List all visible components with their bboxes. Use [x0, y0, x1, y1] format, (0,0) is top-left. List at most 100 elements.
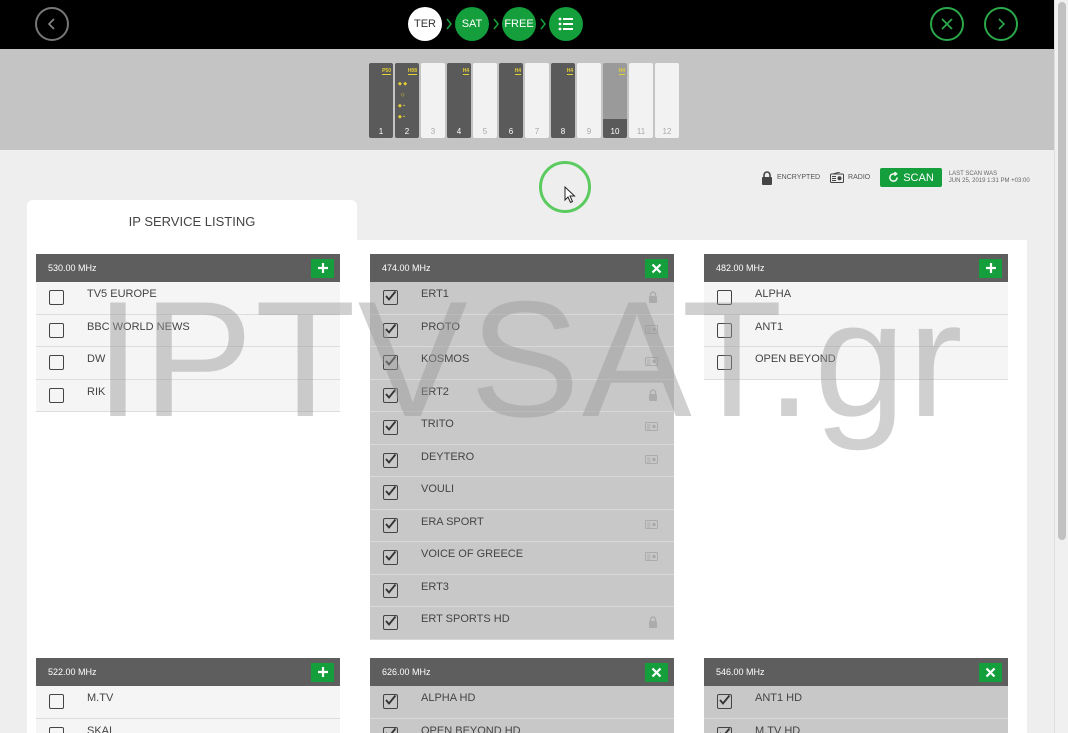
scan-button[interactable]: SCAN	[880, 168, 942, 187]
channel-checkbox[interactable]	[49, 694, 64, 710]
channel-checkbox[interactable]	[383, 615, 398, 631]
scrollbar[interactable]	[1054, 0, 1068, 733]
channel-row[interactable]: RIK	[36, 379, 340, 412]
channel-checkbox[interactable]	[383, 420, 398, 436]
channel-row[interactable]: ALPHA	[704, 282, 1008, 315]
channel-row[interactable]: SKAI	[36, 718, 340, 733]
tuner-slot: 12	[655, 63, 679, 138]
tuner-number: 8	[560, 127, 566, 136]
tuner-number: 11	[636, 127, 646, 136]
tuner-number: 12	[662, 127, 672, 136]
channel-row[interactable]: ERT SPORTS HD	[370, 607, 674, 640]
next-button[interactable]	[984, 7, 1018, 41]
channel-checkbox[interactable]	[49, 355, 64, 371]
channel-checkbox[interactable]	[383, 355, 398, 371]
channel-name: ANT1	[755, 320, 784, 333]
tuner-tag: H08	[407, 68, 417, 75]
channel-row[interactable]: KOSMOS	[370, 347, 674, 380]
refresh-icon	[889, 172, 899, 182]
channel-row[interactable]: DEYTERO	[370, 444, 674, 477]
channel-row[interactable]: OPEN BEYOND HD	[370, 718, 674, 733]
channel-row[interactable]: PROTO	[370, 314, 674, 347]
remove-all-button[interactable]	[645, 662, 668, 682]
frequency-header: 626.00 MHz	[370, 658, 674, 686]
tuner-tag: P50	[382, 68, 391, 75]
channel-row[interactable]: ANT1 HD	[704, 686, 1008, 719]
scrollbar-thumb[interactable]	[1058, 2, 1066, 540]
channel-checkbox[interactable]	[383, 694, 398, 710]
add-all-button[interactable]	[311, 662, 334, 682]
channel-row[interactable]: ERT1	[370, 282, 674, 315]
tuner-slot: 5	[473, 63, 497, 138]
channel-row[interactable]: DW	[36, 347, 340, 380]
list-icon	[558, 17, 573, 31]
tuner-slot: H4 10	[603, 63, 627, 138]
channel-name: ALPHA HD	[421, 692, 476, 704]
channel-checkbox[interactable]	[717, 290, 732, 306]
step-sat[interactable]: SAT	[455, 7, 489, 41]
channel-checkbox[interactable]	[717, 322, 732, 338]
channel-checkbox[interactable]	[383, 290, 398, 306]
channel-checkbox[interactable]	[383, 550, 398, 566]
frequency-header: 474.00 MHz	[370, 254, 674, 282]
channel-row[interactable]: ANT1	[704, 314, 1008, 347]
close-icon	[985, 667, 996, 677]
channel-checkbox[interactable]	[717, 726, 732, 733]
check-icon	[385, 583, 397, 594]
channel-checkbox[interactable]	[383, 322, 398, 338]
channel-row[interactable]: ERT2	[370, 379, 674, 412]
channel-row[interactable]: ERA SPORT	[370, 509, 674, 542]
encrypted-label: ENCRYPTED	[777, 174, 821, 181]
back-button[interactable]	[35, 7, 69, 41]
tab-ip-service-listing[interactable]: IP SERVICE LISTING	[27, 200, 357, 242]
channel-checkbox[interactable]	[49, 322, 64, 338]
channel-name: SKAI	[87, 724, 113, 733]
tuner-slot: 11	[629, 63, 653, 138]
channel-row[interactable]: ALPHA HD	[370, 686, 674, 719]
add-all-button[interactable]	[311, 258, 334, 278]
step-free[interactable]: FREE	[502, 7, 536, 41]
channel-checkbox[interactable]	[383, 726, 398, 733]
channel-row[interactable]: VOULI	[370, 477, 674, 510]
channel-checkbox[interactable]	[383, 387, 398, 403]
radio-icon	[645, 551, 658, 564]
add-all-button[interactable]	[979, 258, 1002, 278]
frequency-label: 530.00 MHz	[48, 263, 97, 273]
channel-row[interactable]: M.TV	[36, 686, 340, 719]
plus-icon	[317, 263, 328, 273]
channel-checkbox[interactable]	[49, 387, 64, 403]
check-icon	[385, 323, 397, 334]
close-button[interactable]	[930, 7, 964, 41]
channel-checkbox[interactable]	[49, 290, 64, 306]
channel-row[interactable]: M.TV HD	[704, 718, 1008, 733]
chevron-right-icon	[536, 18, 549, 30]
tuner-number: 6	[508, 127, 514, 136]
channel-checkbox[interactable]	[717, 694, 732, 710]
channel-checkbox[interactable]	[49, 726, 64, 733]
channel-checkbox[interactable]	[383, 582, 398, 598]
channel-row[interactable]: VOICE OF GREECE	[370, 542, 674, 575]
channel-row[interactable]: OPEN BEYOND	[704, 347, 1008, 380]
channel-checkbox[interactable]	[383, 485, 398, 501]
channel-checkbox[interactable]	[383, 517, 398, 533]
channel-checkbox[interactable]	[383, 452, 398, 468]
tab-label: IP SERVICE LISTING	[128, 213, 256, 229]
chevron-right-icon	[998, 18, 1006, 30]
channel-name: TV5 EUROPE	[87, 288, 157, 300]
tuner-number: 5	[482, 127, 488, 136]
channel-checkbox[interactable]	[717, 355, 732, 371]
check-icon	[385, 421, 397, 432]
tuner-number: 7	[534, 127, 540, 136]
channel-row[interactable]: TRITO	[370, 412, 674, 445]
close-icon	[651, 667, 662, 677]
tuner-tag: H4	[618, 68, 625, 75]
remove-all-button[interactable]	[979, 662, 1002, 682]
channel-row[interactable]: BBC WORLD NEWS	[36, 314, 340, 347]
channel-row[interactable]: TV5 EUROPE	[36, 282, 340, 315]
step-list[interactable]	[549, 7, 583, 41]
remove-all-button[interactable]	[645, 258, 668, 278]
step-ter[interactable]: TER	[408, 7, 442, 41]
check-icon	[719, 727, 731, 733]
tuner-slot: H08 ◆ ◆ ◇ ◆ ▪ ◆ ▪ 2	[395, 63, 419, 138]
channel-row[interactable]: ERT3	[370, 574, 674, 607]
